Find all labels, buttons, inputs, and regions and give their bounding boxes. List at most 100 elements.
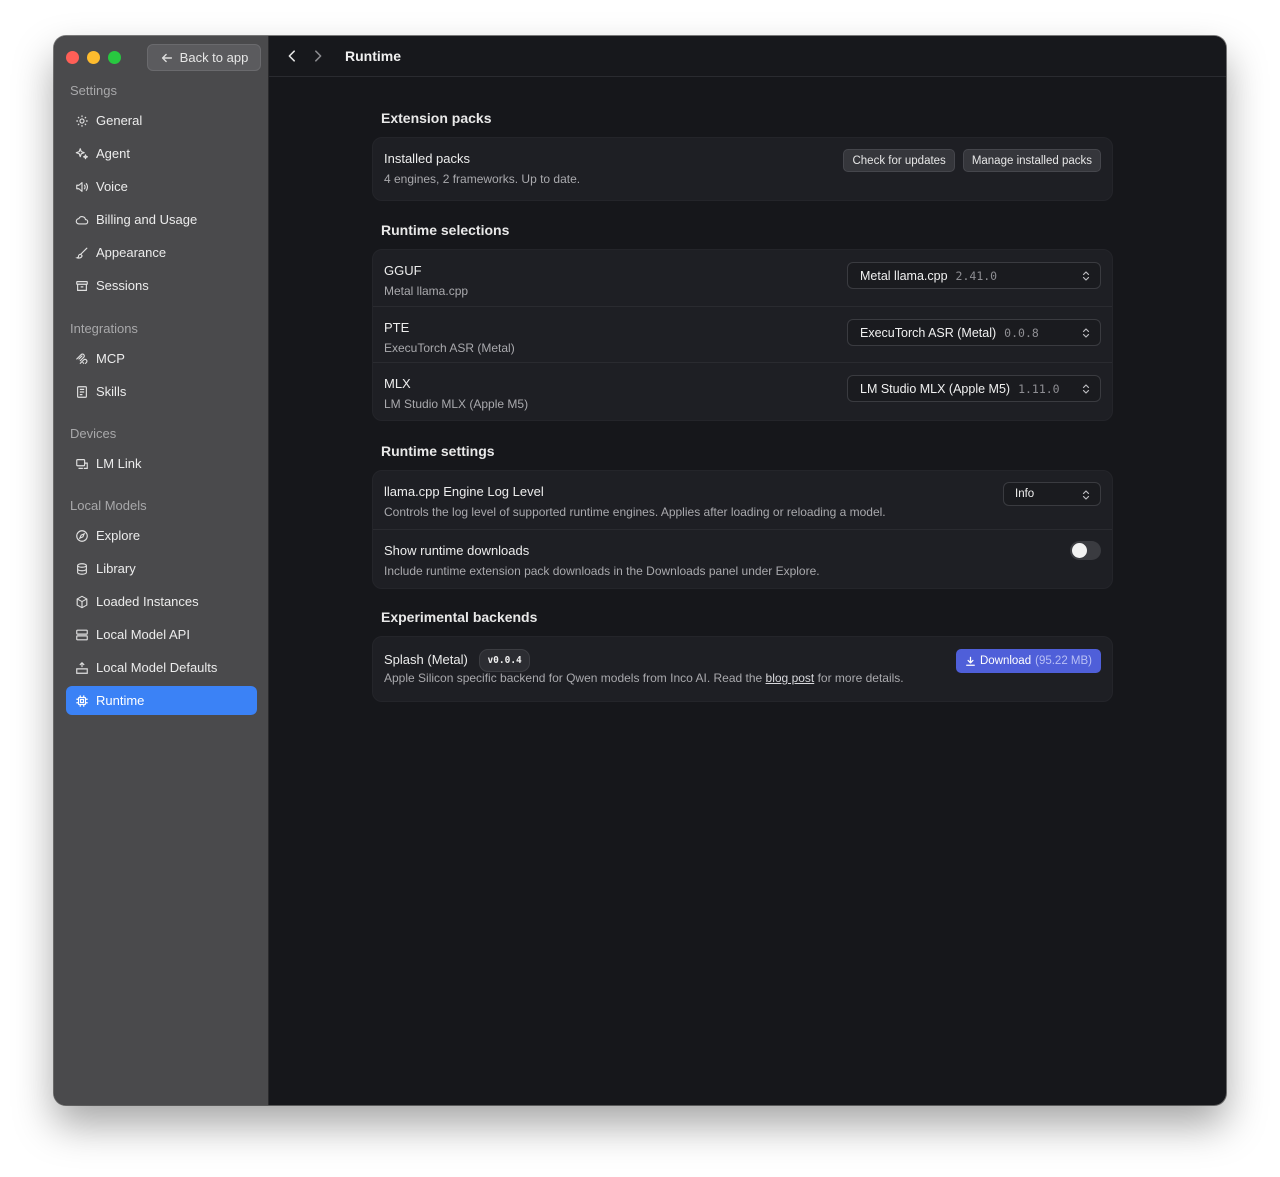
- extension-packs-card: Installed packs 4 engines, 2 frameworks.…: [372, 137, 1113, 201]
- chevron-up-down-icon: [1082, 328, 1090, 338]
- runtime-settings-card: llama.cpp Engine Log Level Controls the …: [372, 470, 1113, 589]
- sidebar-item-label: Explore: [96, 528, 141, 543]
- chip-icon: [76, 694, 88, 707]
- installed-packs-summary: 4 engines, 2 frameworks. Up to date.: [384, 172, 581, 186]
- settings-group: Settings General Agent Voice Billing and…: [66, 82, 257, 300]
- sidebar-item-mcp[interactable]: MCP: [66, 344, 257, 373]
- sidebar-item-label: Library: [96, 561, 136, 576]
- download-button[interactable]: Download (95.22 MB): [955, 649, 1101, 673]
- sidebar-item-sessions[interactable]: Sessions: [66, 271, 257, 300]
- description-text: for more details.: [817, 671, 904, 685]
- close-window-button[interactable]: [66, 51, 79, 64]
- extension-packs-title: Extension packs: [381, 110, 492, 126]
- minimize-window-button[interactable]: [87, 51, 100, 64]
- sidebar-item-agent[interactable]: Agent: [66, 139, 257, 168]
- main-content: Extension packs Installed packs 4 engine…: [372, 77, 1113, 702]
- select-version: 2.41.0: [955, 268, 998, 283]
- page-title: Runtime: [345, 48, 401, 64]
- chevron-up-down-icon: [1082, 490, 1090, 500]
- chevron-up-down-icon: [1082, 271, 1090, 281]
- sidebar-item-billing[interactable]: Billing and Usage: [66, 205, 257, 234]
- runtime-selections-card: GGUF Metal llama.cpp Metal llama.cpp 2.4…: [372, 249, 1113, 421]
- sidebar-item-label: Voice: [96, 179, 128, 194]
- runtime-row-pte: PTE ExecuTorch ASR (Metal) ExecuTorch AS…: [373, 306, 1112, 362]
- zoom-window-button[interactable]: [108, 51, 121, 64]
- download-icon: [966, 656, 975, 666]
- sidebar-item-general[interactable]: General: [66, 106, 257, 135]
- mcp-icon: [76, 353, 88, 364]
- sidebar-item-skills[interactable]: Skills: [66, 377, 257, 406]
- select-value: Info: [1015, 488, 1035, 500]
- select-value: Metal llama.cpp: [860, 268, 948, 283]
- experimental-backends-title: Experimental backends: [381, 609, 538, 625]
- show-runtime-downloads-toggle[interactable]: [1070, 541, 1101, 560]
- back-to-app-button[interactable]: Back to app: [147, 44, 261, 71]
- chevron-right-icon[interactable]: [311, 49, 325, 63]
- defaults-icon: [76, 661, 88, 674]
- download-size: (95.22 MB): [1035, 655, 1092, 667]
- sidebar-item-explore[interactable]: Explore: [66, 521, 257, 550]
- splash-backend-row: Splash (Metal) v0.0.4 Apple Silicon spec…: [373, 637, 1112, 701]
- select-value: ExecuTorch ASR (Metal): [860, 325, 997, 340]
- select-value: LM Studio MLX (Apple M5): [860, 381, 1011, 396]
- log-level-description: Controls the log level of supported runt…: [384, 505, 886, 519]
- sidebar-item-loaded-instances[interactable]: Loaded Instances: [66, 587, 257, 616]
- settings-heading: Settings: [70, 83, 117, 98]
- download-label: Download: [979, 655, 1032, 667]
- experimental-backends-card: Splash (Metal) v0.0.4 Apple Silicon spec…: [372, 636, 1113, 702]
- sidebar-item-label: Agent: [96, 146, 130, 161]
- check-for-updates-button[interactable]: Check for updates: [843, 149, 955, 172]
- arrow-left-icon: [161, 53, 172, 62]
- skills-icon: [77, 385, 87, 398]
- sidebar-item-local-model-api[interactable]: Local Model API: [66, 620, 257, 649]
- mlx-runtime-select[interactable]: LM Studio MLX (Apple M5) 1.11.0: [847, 375, 1101, 402]
- pack-actions: Check for updates Manage installed packs: [843, 149, 1101, 172]
- runtime-settings-title: Runtime settings: [381, 443, 495, 459]
- sidebar-item-label: Appearance: [96, 245, 167, 260]
- log-level-row: llama.cpp Engine Log Level Controls the …: [373, 471, 1112, 529]
- local-models-heading: Local Models: [70, 498, 147, 513]
- sidebar-item-lm-link[interactable]: LM Link: [66, 449, 257, 478]
- top-bar: Runtime: [269, 36, 1226, 77]
- speaker-icon: [76, 181, 88, 192]
- manage-installed-packs-button[interactable]: Manage installed packs: [962, 149, 1101, 172]
- log-level-title: llama.cpp Engine Log Level: [384, 484, 544, 499]
- gguf-runtime-select[interactable]: Metal llama.cpp 2.41.0: [847, 262, 1101, 289]
- sidebar-item-label: Loaded Instances: [96, 594, 199, 609]
- integrations-group: Integrations MCP Skills: [66, 320, 257, 406]
- archive-icon: [76, 280, 88, 291]
- window-controls: [66, 51, 121, 64]
- chevron-left-icon[interactable]: [285, 49, 299, 63]
- runtime-row-mlx: MLX LM Studio MLX (Apple M5) LM Studio M…: [373, 362, 1112, 420]
- sidebar-item-local-model-defaults[interactable]: Local Model Defaults: [66, 653, 257, 682]
- sidebar-item-library[interactable]: Library: [66, 554, 257, 583]
- sidebar-item-runtime[interactable]: Runtime: [66, 686, 257, 715]
- sidebar-item-voice[interactable]: Voice: [66, 172, 257, 201]
- sidebar-item-label: Local Model Defaults: [96, 660, 218, 675]
- pte-runtime-select[interactable]: ExecuTorch ASR (Metal) 0.0.8: [847, 319, 1101, 346]
- blog-post-link[interactable]: blog post: [766, 671, 815, 685]
- description-text: Apple Silicon specific backend for Qwen …: [384, 671, 763, 685]
- settings-window: Back to app Settings General Agent Voice…: [54, 36, 1226, 1105]
- sidebar-item-label: Billing and Usage: [96, 212, 198, 227]
- sidebar-item-label: LM Link: [96, 456, 142, 471]
- sidebar-item-label: Local Model API: [96, 627, 190, 642]
- back-to-app-label: Back to app: [179, 50, 249, 65]
- gear-icon: [76, 114, 88, 127]
- log-level-select[interactable]: Info: [1003, 482, 1101, 506]
- select-version: 0.0.8: [1004, 325, 1039, 340]
- select-version: 1.11.0: [1018, 381, 1060, 396]
- toggle-knob: [1072, 543, 1087, 558]
- cube-icon: [76, 595, 88, 608]
- local-models-group: Local Models Explore Library Loaded Inst…: [66, 497, 257, 715]
- server-icon: [76, 629, 88, 640]
- cloud-icon: [75, 215, 89, 225]
- sidebar-item-appearance[interactable]: Appearance: [66, 238, 257, 267]
- database-icon: [77, 562, 87, 575]
- version-badge: v0.0.4: [479, 649, 530, 672]
- chevron-up-down-icon: [1082, 384, 1090, 394]
- sidebar-item-label: Runtime: [96, 693, 145, 708]
- sidebar: Back to app Settings General Agent Voice…: [54, 36, 269, 1105]
- devices-heading: Devices: [70, 426, 117, 441]
- show-runtime-downloads-title: Show runtime downloads: [384, 543, 530, 558]
